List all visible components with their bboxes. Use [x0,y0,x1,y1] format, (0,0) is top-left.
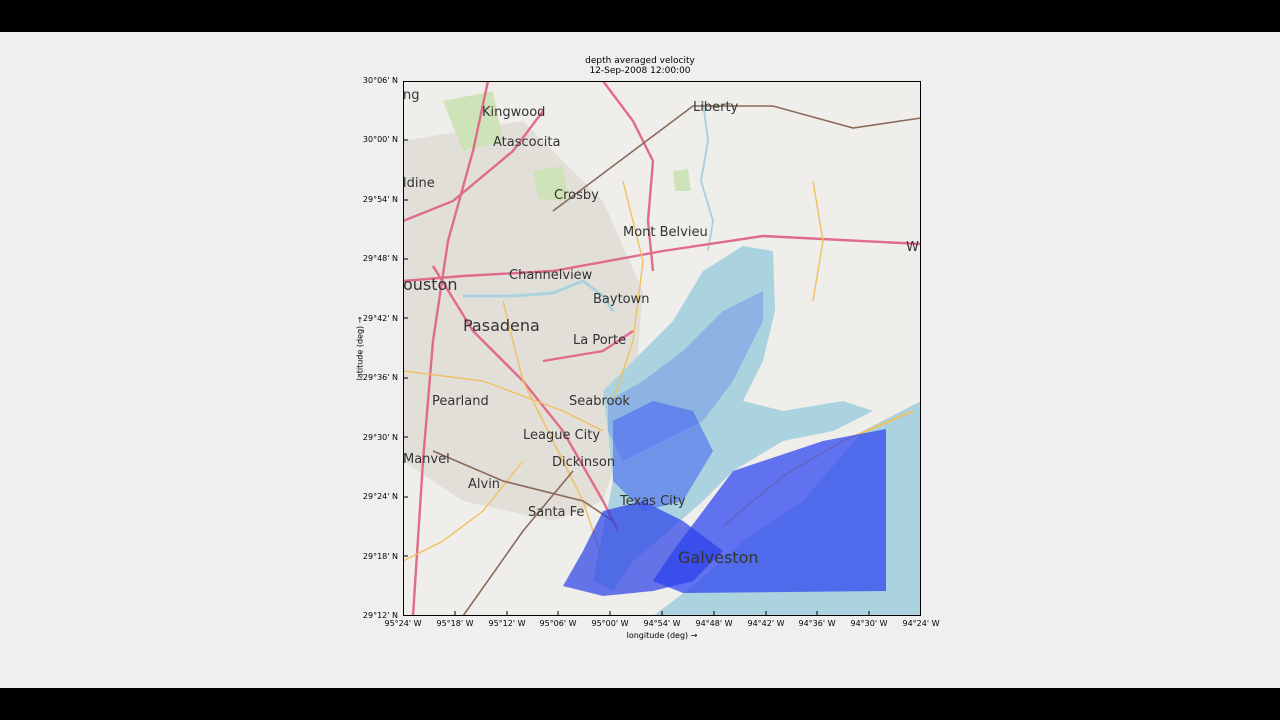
place-label: ldine [403,176,435,191]
y-tick-label: 29°54' N [362,195,398,204]
place-label: Dickinson [552,455,615,470]
figure-timestamp: 12-Sep-2008 12:00:00 [589,66,691,76]
place-label: Santa Fe [528,505,584,520]
y-tick-label: 29°30' N [362,433,398,442]
y-tick-label: 29°24' N [362,492,398,501]
place-label: Alvin [468,477,500,492]
place-label: ng [403,88,420,103]
x-tick-label: 94°24' W [902,619,940,628]
map-plot-area[interactable]: Kingwood Atascocita Liberty ldine Crosby… [403,81,921,616]
place-label: Baytown [593,292,650,307]
place-label: ouston [403,275,457,294]
place-label: Manvel [403,452,450,467]
y-tick-label: 29°48' N [362,254,398,263]
place-label: Pearland [432,394,489,409]
y-tick-label: 29°36' N [362,373,398,382]
y-tick-label: 30°06' N [362,76,398,85]
place-label: La Porte [573,333,626,348]
y-tick-label: 30°00' N [362,135,398,144]
y-tick-label: 29°42' N [362,314,398,323]
figure-title: depth averaged velocity [585,56,695,66]
place-label: Kingwood [482,105,545,120]
place-label: Seabrook [569,394,630,409]
place-label: Mont Belvieu [623,225,708,240]
place-label: Liberty [693,100,739,115]
y-axis-label: latitude (deg) → [355,316,365,381]
place-label: Channelview [509,268,593,283]
place-label: Galveston [678,548,759,567]
y-tick-label: 29°18' N [362,552,398,561]
place-label: League City [523,428,600,443]
y-tick-label: 29°12' N [362,611,398,620]
place-label: Crosby [554,188,599,203]
place-label: Texas City [619,494,686,509]
place-label: Atascocita [493,135,560,150]
place-label: Pasadena [463,316,540,335]
place-label: W [906,240,919,255]
x-axis-label: longitude (deg) → [626,631,698,640]
